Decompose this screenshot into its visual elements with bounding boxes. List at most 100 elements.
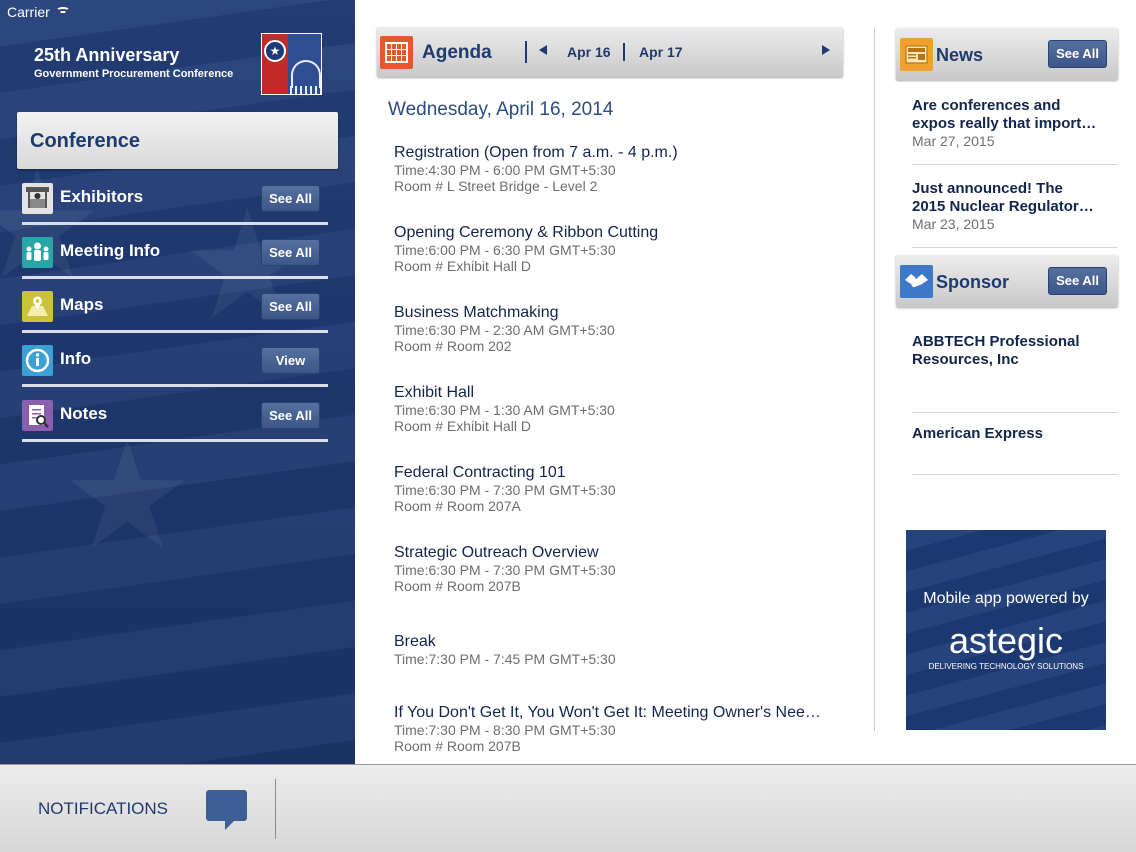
news-see-all-button[interactable]: See All xyxy=(1048,40,1107,68)
agenda-event[interactable]: Break Time:7:30 PM - 7:45 PM GMT+5:30 xyxy=(394,632,839,667)
ad-powered-by: Mobile app powered by xyxy=(923,590,1089,607)
app-root: ★ ★ ★ Carrier 25th Anniversary Governmen… xyxy=(0,0,1136,852)
brand-title-line: 25th Anniversary xyxy=(34,45,180,65)
header-divider xyxy=(525,41,527,63)
notes-see-all-button[interactable]: See All xyxy=(261,402,320,429)
calendar-icon xyxy=(380,36,413,69)
agenda-event[interactable]: Registration (Open from 7 a.m. - 4 p.m.)… xyxy=(394,143,839,194)
sponsor-name-line: Resources, Inc xyxy=(912,351,1019,368)
news-item[interactable]: Are conferences and expos really that im… xyxy=(912,97,1118,165)
sidebar-item-label: Exhibitors xyxy=(60,187,144,206)
chat-bubble-icon[interactable] xyxy=(206,790,247,830)
news-headline: Just announced! The 2015 Nuclear Regulat… xyxy=(912,180,1118,216)
notes-icon xyxy=(22,400,53,431)
sidebar: ★ ★ ★ Carrier 25th Anniversary Governmen… xyxy=(0,0,355,764)
sidebar-item-meeting-info[interactable]: Meeting Info See All xyxy=(22,225,328,279)
info-view-button[interactable]: View xyxy=(261,347,320,374)
star-seal-icon: ★ xyxy=(264,40,286,62)
news-headline-line: expos really that import… xyxy=(912,115,1097,132)
event-time: Time:6:30 PM - 1:30 AM GMT+5:30 xyxy=(394,402,615,418)
agenda-event[interactable]: Opening Ceremony & Ribbon Cutting Time:6… xyxy=(394,223,839,274)
news-header: News See All xyxy=(896,28,1118,80)
event-room: Room # Exhibit Hall D xyxy=(394,418,531,434)
agenda-event[interactable]: Federal Contracting 101 Time:6:30 PM - 7… xyxy=(394,463,839,514)
event-title: Exhibit Hall xyxy=(394,384,475,401)
agenda-list[interactable]: Registration (Open from 7 a.m. - 4 p.m.)… xyxy=(394,143,839,764)
background-star-icon: ★ xyxy=(60,411,195,579)
event-title: If You Don't Get It, You Won't Get It: M… xyxy=(394,704,821,721)
date-tab-apr-17[interactable]: Apr 17 xyxy=(639,44,683,60)
event-room: Room # Exhibit Hall D xyxy=(394,258,531,274)
agenda-title: Agenda xyxy=(422,42,492,63)
event-time: Time:6:30 PM - 7:30 PM GMT+5:30 xyxy=(394,562,616,578)
date-divider xyxy=(623,43,625,61)
agenda-event[interactable]: If You Don't Get It, You Won't Get It: M… xyxy=(394,703,839,754)
ad-tagline: DELIVERING TECHNOLOGY SOLUTIONS xyxy=(928,662,1084,671)
bottom-divider xyxy=(275,779,276,839)
event-time: Time:6:30 PM - 7:30 PM GMT+5:30 xyxy=(394,482,616,498)
news-date: Mar 23, 2015 xyxy=(912,216,995,232)
brand-subtitle: Government Procurement Conference xyxy=(34,68,234,80)
bottom-bar: NOTIFICATIONS xyxy=(0,764,1136,852)
notifications-label[interactable]: NOTIFICATIONS xyxy=(38,799,168,819)
sponsor-name-line: ABBTECH Professional xyxy=(912,333,1080,350)
sidebar-item-notes[interactable]: Notes See All xyxy=(22,388,328,442)
sponsor-header: Sponsor See All xyxy=(896,255,1118,307)
sponsor-title: Sponsor xyxy=(936,272,1010,292)
event-title: Break xyxy=(394,633,436,650)
status-bar: Carrier xyxy=(7,4,70,20)
newspaper-icon xyxy=(900,38,933,71)
news-item[interactable]: Just announced! The 2015 Nuclear Regulat… xyxy=(912,180,1118,248)
column-divider xyxy=(874,27,875,731)
sidebar-item-maps[interactable]: Maps See All xyxy=(22,279,328,333)
sponsor-see-all-button[interactable]: See All xyxy=(1048,267,1107,295)
sponsor-item[interactable]: American Express xyxy=(912,425,1118,475)
sidebar-item-label: Info xyxy=(60,349,92,368)
sponsor-name-line: American Express xyxy=(912,425,1043,442)
conference-logo: ★ xyxy=(261,33,322,95)
brand-title: 25th Anniversary Government Procurement … xyxy=(34,45,233,80)
agenda-event[interactable]: Exhibit Hall Time:6:30 PM - 1:30 AM GMT+… xyxy=(394,383,839,434)
astegic-logo: astegic xyxy=(948,620,1064,661)
sidebar-item-label: Meeting Info xyxy=(60,241,161,260)
event-title: Opening Ceremony & Ribbon Cutting xyxy=(394,224,659,241)
sidebar-item-label: Maps xyxy=(60,295,104,314)
news-title: News xyxy=(936,45,984,65)
news-date: Mar 27, 2015 xyxy=(912,133,995,149)
event-title: Federal Contracting 101 xyxy=(394,464,566,481)
event-time: Time:6:00 PM - 6:30 PM GMT+5:30 xyxy=(394,242,616,258)
wifi-icon xyxy=(55,6,70,18)
next-day-arrow-icon[interactable] xyxy=(822,45,830,55)
event-time: Time:7:30 PM - 7:45 PM GMT+5:30 xyxy=(394,651,616,667)
info-icon xyxy=(22,345,53,376)
agenda-header: Agenda Apr 16 Apr 17 xyxy=(377,27,843,77)
news-headline: Are conferences and expos really that im… xyxy=(912,97,1118,133)
event-title: Business Matchmaking xyxy=(394,304,559,321)
event-title: Registration (Open from 7 a.m. - 4 p.m.) xyxy=(394,144,678,161)
exhibitors-see-all-button[interactable]: See All xyxy=(261,185,320,212)
event-time: Time:4:30 PM - 6:00 PM GMT+5:30 xyxy=(394,162,616,178)
date-tab-apr-16[interactable]: Apr 16 xyxy=(567,44,611,60)
previous-day-arrow-icon[interactable] xyxy=(539,45,547,55)
sidebar-item-info[interactable]: Info View xyxy=(22,333,328,387)
event-room: Room # Room 207B xyxy=(394,578,521,594)
event-title: Strategic Outreach Overview xyxy=(394,544,599,561)
day-heading: Wednesday, April 16, 2014 xyxy=(388,99,614,120)
event-time: Time:7:30 PM - 8:30 PM GMT+5:30 xyxy=(394,722,616,738)
sidebar-item-exhibitors[interactable]: Exhibitors See All xyxy=(22,171,328,225)
agenda-event[interactable]: Business Matchmaking Time:6:30 PM - 2:30… xyxy=(394,303,839,354)
event-room: Room # L Street Bridge - Level 2 xyxy=(394,178,598,194)
handshake-icon xyxy=(900,265,933,298)
news-headline-line: Are conferences and xyxy=(912,97,1061,114)
tab-conference[interactable]: Conference xyxy=(17,112,338,169)
people-group-icon xyxy=(22,237,53,268)
ad-banner[interactable]: Mobile app powered by astegic DELIVERING… xyxy=(906,530,1106,730)
sponsor-item[interactable]: ABBTECH Professional Resources, Inc xyxy=(912,333,1118,413)
news-headline-line: Just announced! The xyxy=(912,180,1063,197)
event-room: Room # Room 207A xyxy=(394,498,521,514)
news-headline-line: 2015 Nuclear Regulator… xyxy=(912,198,1094,215)
maps-see-all-button[interactable]: See All xyxy=(261,293,320,320)
meeting-info-see-all-button[interactable]: See All xyxy=(261,239,320,266)
agenda-event[interactable]: Strategic Outreach Overview Time:6:30 PM… xyxy=(394,543,839,594)
event-room: Room # Room 202 xyxy=(394,338,512,354)
